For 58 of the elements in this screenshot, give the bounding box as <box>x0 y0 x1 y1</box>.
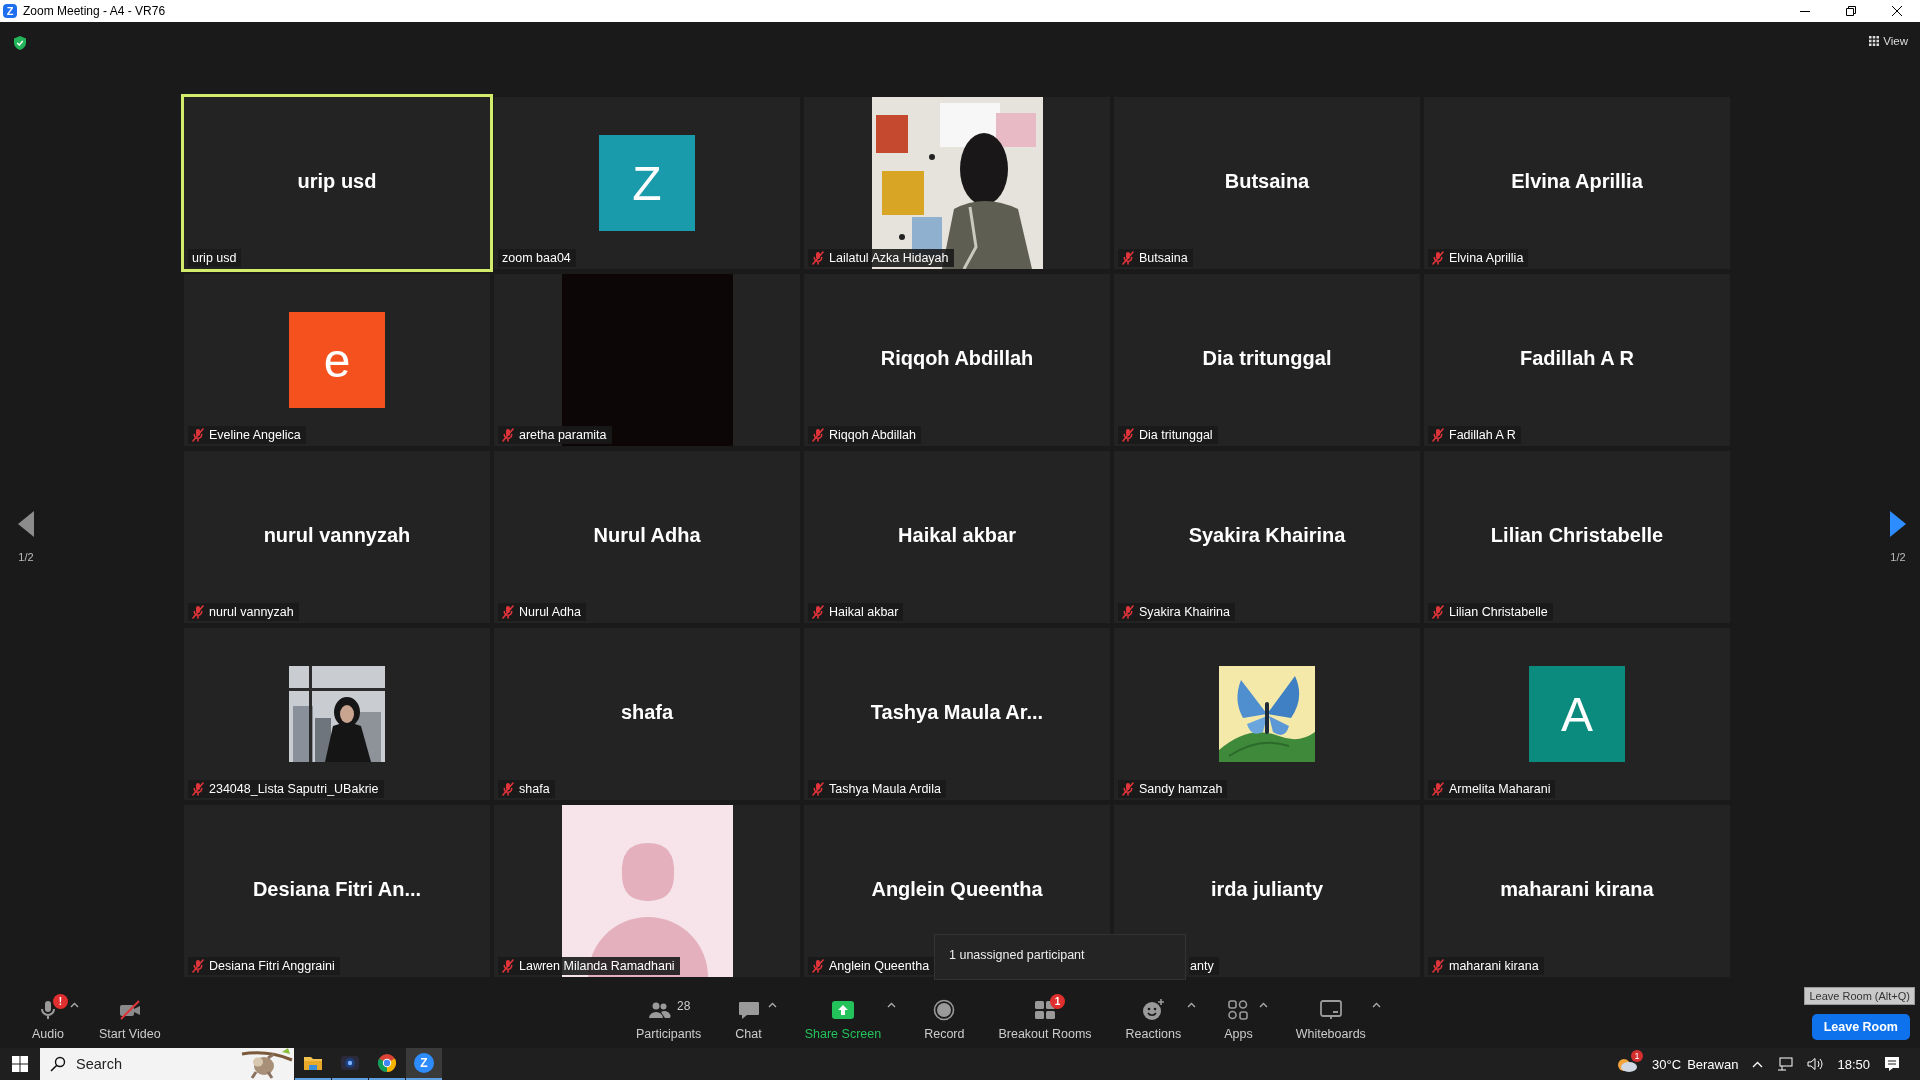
participant-label: Sandy hamzah <box>1139 782 1223 796</box>
avatar: A <box>1529 666 1625 762</box>
avatar: e <box>289 312 385 408</box>
participant-label: aretha paramita <box>519 428 607 442</box>
page-indicator: 1/2 <box>18 551 34 563</box>
participant-label: Haikal akbar <box>829 605 899 619</box>
participant-label: Fadillah A R <box>1449 428 1516 442</box>
participant-label: Desiana Fitri Anggraini <box>209 959 335 973</box>
participant-label: shafa <box>519 782 550 796</box>
participant-name: nurul vannyzah <box>263 523 411 547</box>
page-indicator: 1/2 <box>1890 551 1906 563</box>
participant-name: maharani kirana <box>1500 877 1654 901</box>
participant-name: Butsaina <box>1224 169 1310 193</box>
participant-label: Lawren Milanda Ramadhani <box>519 959 675 973</box>
notification-badge: 1 <box>1631 1049 1644 1062</box>
participant-label: Tashya Maula Ardila <box>829 782 941 796</box>
participant-name: Haikal akbar <box>898 523 1016 547</box>
participant-label: Nurul Adha <box>519 605 581 619</box>
participant-name: urip usd <box>297 169 377 193</box>
participant-name: Riqqoh Abdillah <box>880 346 1034 370</box>
participant-label: Syakira Khairina <box>1139 605 1230 619</box>
participant-name: Anglein Queentha <box>871 877 1043 901</box>
participant-name: Elvina Aprillia <box>1511 169 1643 193</box>
weather-condition: Berawan <box>1687 1056 1739 1072</box>
participant-count: 28 <box>676 999 691 1013</box>
participant-label: Lailatul Azka Hidayah <box>829 251 949 265</box>
zoom-logo-icon: Z <box>414 1053 434 1073</box>
participant-name: Nurul Adha <box>593 523 701 547</box>
participant-label: urip usd <box>192 251 237 265</box>
participant-label: Armelita Maharani <box>1449 782 1551 796</box>
participant-name: shafa <box>620 700 674 724</box>
participant-label: Butsaina <box>1139 251 1188 265</box>
participant-name: Desiana Fitri An... <box>252 877 422 901</box>
participant-name: Syakira Khairina <box>1188 523 1346 547</box>
tooltip: Leave Room (Alt+Q) <box>1804 986 1915 1005</box>
participant-label: Eveline Angelica <box>209 428 301 442</box>
window-title: Zoom Meeting - A4 - VR76 <box>23 4 167 18</box>
participant-label: Lilian Christabelle <box>1449 605 1548 619</box>
participant-label: nurul vannyzah <box>209 605 294 619</box>
participant-label: Riqqoh Abdillah <box>829 428 916 442</box>
notification-badge: ! <box>53 994 68 1009</box>
participant-label: zoom baa04 <box>502 251 571 265</box>
participant-label: Elvina Aprillia <box>1449 251 1524 265</box>
participant-name: Tashya Maula Ar... <box>870 700 1044 724</box>
participant-label: 234048_Lista Saputri_UBakrie <box>209 782 379 796</box>
participant-label: Anglein Queentha <box>829 959 930 973</box>
participant-name: Fadillah A R <box>1519 346 1635 370</box>
participant-name: Lilian Christabelle <box>1490 523 1664 547</box>
participant-label: Dia tritunggal <box>1139 428 1213 442</box>
tooltip: 1 unassigned participant <box>934 934 1186 980</box>
notification-badge: 1 <box>1050 994 1065 1009</box>
participant-name: irda julianty <box>1210 877 1324 901</box>
participant-name: Dia tritunggal <box>1202 346 1332 370</box>
participant-label: maharani kirana <box>1449 959 1539 973</box>
app-logo: Z <box>3 4 17 18</box>
temperature: 30°C <box>1652 1056 1682 1072</box>
avatar: Z <box>599 135 695 231</box>
participant-label: anty <box>1190 959 1214 973</box>
